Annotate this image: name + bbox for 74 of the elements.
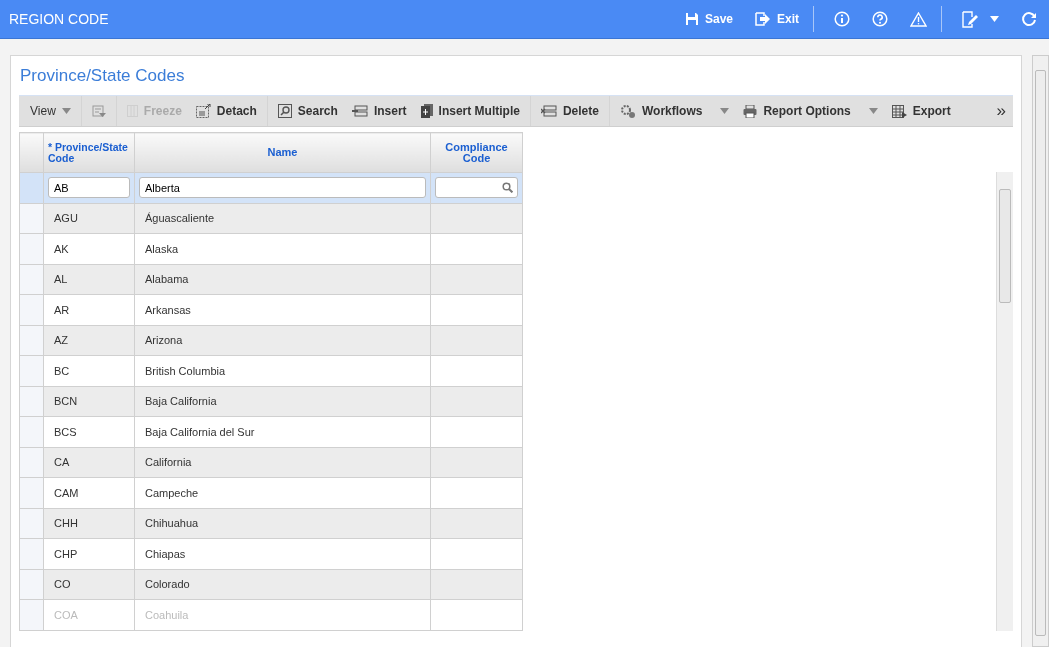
print-button[interactable]: Report Options [736, 100, 885, 122]
workflows-button[interactable]: Workflows [612, 99, 737, 123]
warning-icon [910, 11, 927, 27]
insert-multiple-button[interactable]: Insert Multiple [413, 100, 527, 122]
info-button[interactable] [832, 9, 852, 29]
column-header[interactable]: Name [134, 132, 431, 173]
caret-icon [990, 16, 999, 22]
warning-button[interactable] [908, 9, 929, 29]
table-cell: Chihuahua [134, 508, 431, 539]
more-button[interactable]: » [989, 97, 1013, 125]
filter-icon [91, 104, 106, 118]
table-cell: Campeche [134, 477, 431, 508]
panel-title: Province/State Codes [20, 66, 186, 86]
table-cell: CHP [43, 538, 135, 569]
detach-icon [195, 104, 211, 118]
table-cell: Arizona [134, 325, 431, 356]
spreadsheet-icon [891, 104, 907, 118]
table-cell: AR [43, 294, 135, 325]
table-cell: Coahuila [134, 599, 431, 630]
table-cell: AGU [43, 203, 135, 234]
table-cell: British Columbia [134, 355, 431, 386]
edit-icon [962, 10, 978, 28]
table-cell: Colorado [134, 569, 431, 600]
delete-button[interactable]: Delete [533, 100, 606, 122]
column-header[interactable]: * Province/State Code [43, 132, 135, 173]
refresh-icon [1021, 11, 1037, 27]
column-header[interactable]: Compliance Code [430, 132, 523, 173]
caret-icon [720, 108, 730, 114]
table-cell: Baja California del Sur [134, 416, 431, 447]
insert-button[interactable]: Insert [344, 100, 414, 122]
detach-button[interactable]: Detach [188, 100, 264, 122]
search-icon [502, 182, 513, 194]
table-cell: AK [43, 233, 135, 264]
table-cell: California [134, 447, 431, 478]
code-input[interactable]: AB [48, 177, 130, 199]
table-cell: CHH [43, 508, 135, 539]
info-icon [834, 11, 850, 27]
insert-row-icon [351, 105, 368, 117]
caret-icon [61, 108, 71, 114]
table-cell: Alaska [134, 233, 431, 264]
table-cell: CAM [43, 477, 135, 508]
exit-icon [755, 12, 771, 26]
table-cell: BCS [43, 416, 135, 447]
view-button[interactable]: View [23, 100, 78, 122]
scrollbar[interactable] [996, 172, 1013, 631]
table-cell: BCN [43, 386, 135, 417]
table-cell: CO [43, 569, 135, 600]
caret-icon [868, 108, 878, 114]
name-input[interactable]: Alberta [139, 177, 426, 199]
document-icon [420, 104, 433, 118]
table-cell: Alabama [134, 264, 431, 295]
search-icon [277, 104, 292, 118]
save-icon [684, 12, 699, 26]
table-cell: Chiapas [134, 538, 431, 569]
table-cell: BC [43, 355, 135, 386]
help-icon [872, 11, 888, 27]
export-button[interactable]: Export [884, 100, 958, 122]
delete-row-icon [540, 105, 557, 117]
refresh-button[interactable] [1019, 9, 1039, 29]
table-cell: AL [43, 264, 135, 295]
table-cell: Arkansas [134, 294, 431, 325]
table-cell: Águascaliente [134, 203, 431, 234]
compliance-code-field[interactable] [435, 177, 518, 199]
table-cell: COA [43, 599, 135, 630]
window-title: REGION CODE [9, 11, 110, 27]
edit-button[interactable] [960, 8, 1001, 30]
gears-icon [619, 103, 636, 119]
help-button[interactable] [870, 9, 890, 29]
page-scrollbar[interactable] [1032, 55, 1049, 647]
printer-icon [743, 104, 758, 118]
table-cell: AZ [43, 325, 135, 356]
search-button[interactable]: Search [270, 100, 345, 122]
table-cell: Baja California [134, 386, 431, 417]
table-cell: CA [43, 447, 135, 478]
